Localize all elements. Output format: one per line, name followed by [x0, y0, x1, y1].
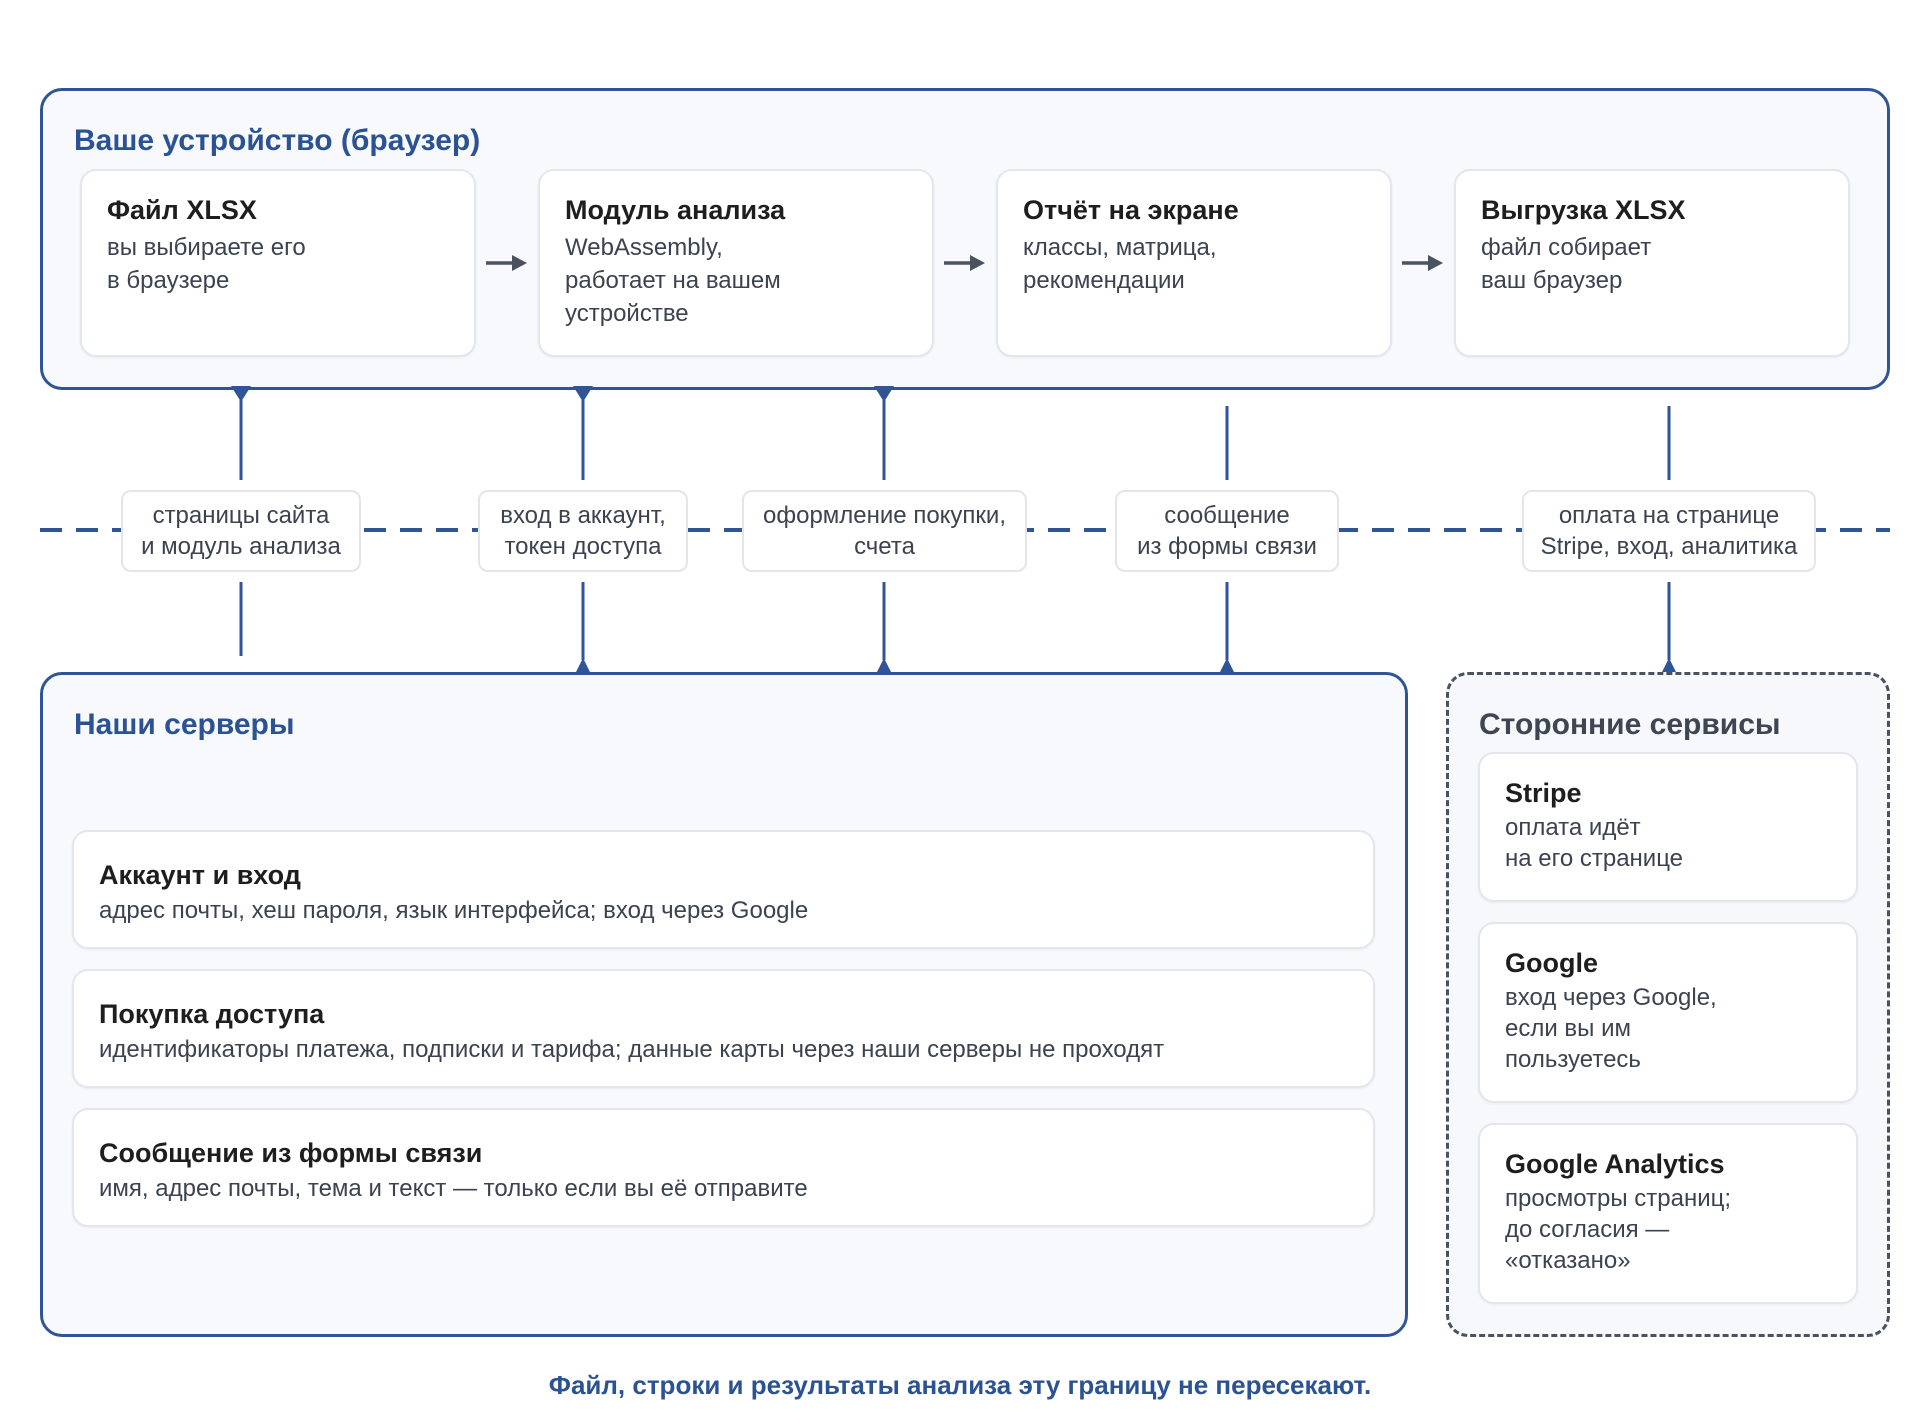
boundary-label-third-party: оплата на странице Stripe, вход, аналити…: [1522, 490, 1816, 572]
boundary-label-site-pages: страницы сайта и модуль анализа: [121, 490, 361, 572]
boundary-label-purchase: оформление покупки, счета: [742, 490, 1027, 572]
footer-note: Файл, строки и результаты анализа эту гр…: [548, 1370, 1372, 1400]
boundary-label-login: вход в аккаунт, токен доступа: [478, 490, 688, 572]
step-arrow: [486, 255, 527, 271]
step-arrow: [1402, 255, 1443, 271]
step-arrow: [944, 255, 985, 271]
boundary-label-contact-message: сообщение из формы связи: [1115, 490, 1339, 572]
connectors: [40, 255, 1890, 672]
